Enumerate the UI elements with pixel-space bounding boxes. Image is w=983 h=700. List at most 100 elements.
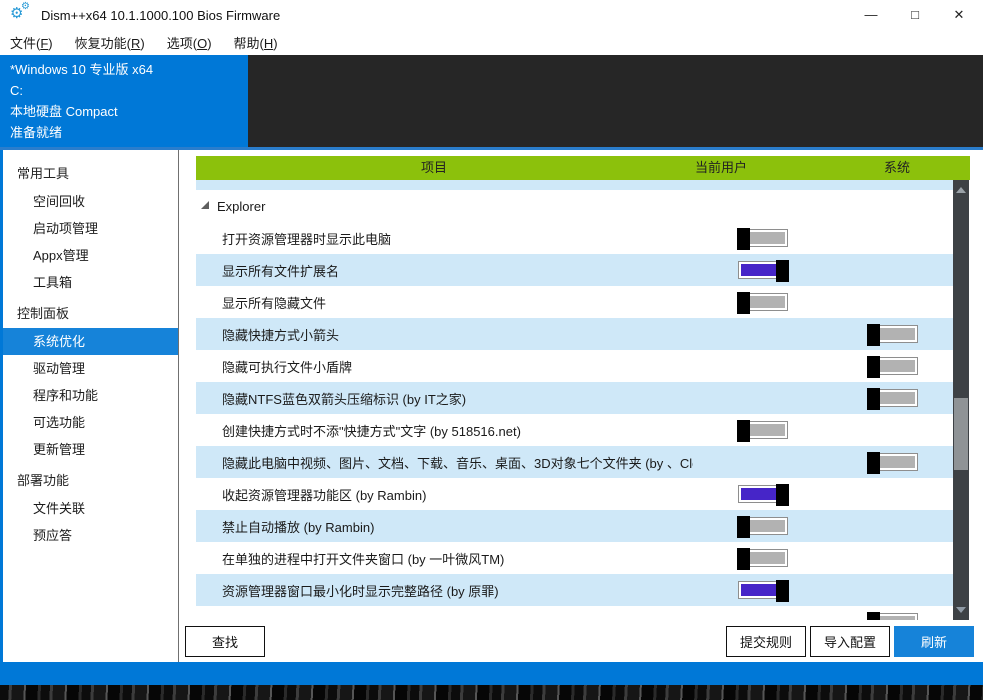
- toggle-current-user-on[interactable]: [738, 261, 788, 279]
- current-user-cell: [693, 229, 833, 247]
- minimize-button[interactable]: —: [863, 7, 879, 23]
- settings-row[interactable]: 隐藏快捷方式小箭头: [196, 318, 953, 350]
- current-user-cell: [693, 261, 833, 279]
- setting-label: 显示所有文件扩展名: [196, 261, 693, 280]
- expand-triangle-icon[interactable]: [201, 201, 209, 209]
- column-header-system: 系统: [884, 156, 910, 180]
- toggle-current-user-off[interactable]: [738, 293, 788, 311]
- sidebar-item[interactable]: 启动项管理: [3, 215, 178, 242]
- sidebar-item[interactable]: 文件关联: [3, 495, 178, 522]
- refresh-button[interactable]: 刷新: [894, 626, 974, 657]
- sidebar-item[interactable]: 更新管理: [3, 436, 178, 463]
- sidebar: 常用工具空间回收启动项管理Appx管理工具箱控制面板系统优化驱动管理程序和功能可…: [3, 150, 179, 662]
- settings-list: Explorer打开资源管理器时显示此电脑显示所有文件扩展名显示所有隐藏文件隐藏…: [196, 180, 953, 620]
- setting-label: 隐藏此电脑中视频、图片、文档、下载、音乐、桌面、3D对象七个文件夹 (by 、C…: [196, 453, 693, 472]
- sidebar-item[interactable]: 可选功能: [3, 409, 178, 436]
- toggle-current-user-off[interactable]: [738, 549, 788, 567]
- setting-label: 收起资源管理器功能区 (by Rambin): [196, 485, 693, 504]
- menu-item-r[interactable]: 恢复功能(R): [75, 33, 145, 52]
- scrollbar[interactable]: [953, 180, 969, 620]
- current-user-cell: [693, 421, 833, 439]
- sidebar-item[interactable]: 预应答: [3, 522, 178, 549]
- settings-row[interactable]: 隐藏此电脑中视频、图片、文档、下载、音乐、桌面、3D对象七个文件夹 (by 、C…: [196, 446, 953, 478]
- setting-label: 资源管理器窗口最小化时显示完整路径 (by 原罪): [196, 581, 693, 600]
- menu-item-f[interactable]: 文件(F): [10, 33, 53, 52]
- titlebar: ⚙⚙ Dism++x64 10.1.1000.100 Bios Firmware…: [0, 0, 983, 30]
- partial-row-bottom[interactable]: [196, 606, 953, 620]
- window-controls: — □ ✕: [863, 7, 973, 23]
- window-title: Dism++x64 10.1.1000.100 Bios Firmware: [41, 8, 280, 23]
- desktop-wallpaper: [0, 685, 983, 700]
- main-panel: 项目 当前用户 系统 Explorer 打开资源管理器时显示此电脑显示所有文件扩展…: [180, 150, 983, 662]
- current-user-cell: [693, 293, 833, 311]
- settings-row[interactable]: 资源管理器窗口最小化时显示完整路径 (by 原罪): [196, 574, 953, 606]
- toggle-system-off[interactable]: [868, 357, 918, 375]
- settings-row[interactable]: 显示所有隐藏文件: [196, 286, 953, 318]
- system-cell: [833, 357, 953, 375]
- setting-label: 隐藏NTFS蓝色双箭头压缩标识 (by IT之家): [196, 389, 693, 408]
- toggle-current-user-on[interactable]: [738, 485, 788, 503]
- settings-row[interactable]: 隐藏NTFS蓝色双箭头压缩标识 (by IT之家): [196, 382, 953, 414]
- toggle-current-user-off[interactable]: [738, 517, 788, 535]
- settings-row[interactable]: 禁止自动播放 (by Rambin): [196, 510, 953, 542]
- sidebar-item[interactable]: Appx管理: [3, 242, 178, 269]
- system-cell: [833, 453, 953, 471]
- setting-label: 创建快捷方式时不添"快捷方式"文字 (by 518516.net): [196, 421, 693, 440]
- partial-row-top: [196, 180, 953, 190]
- settings-row[interactable]: 收起资源管理器功能区 (by Rambin): [196, 478, 953, 510]
- current-user-cell: [693, 549, 833, 567]
- setting-label: 显示所有隐藏文件: [196, 293, 693, 312]
- toggle-current-user-on[interactable]: [738, 581, 788, 599]
- import-config-button[interactable]: 导入配置: [810, 626, 890, 657]
- group-row-explorer[interactable]: Explorer: [196, 190, 953, 222]
- group-label: Explorer: [217, 199, 265, 214]
- sidebar-item[interactable]: 空间回收: [3, 188, 178, 215]
- target-image-panel[interactable]: *Windows 10 专业版 x64 C: 本地硬盘 Compact 准备就绪: [0, 55, 248, 147]
- settings-row[interactable]: 打开资源管理器时显示此电脑: [196, 222, 953, 254]
- arrow-down-icon: [956, 607, 966, 613]
- menu-item-o[interactable]: 选项(O): [167, 33, 212, 52]
- bottom-accent-bar: [0, 662, 983, 685]
- scroll-up-button[interactable]: [953, 182, 969, 198]
- settings-row[interactable]: 隐藏可执行文件小盾牌: [196, 350, 953, 382]
- settings-row[interactable]: 创建快捷方式时不添"快捷方式"文字 (by 518516.net): [196, 414, 953, 446]
- toggle-current-user-off[interactable]: [738, 229, 788, 247]
- close-button[interactable]: ✕: [951, 7, 967, 23]
- table-header: 项目 当前用户 系统: [196, 156, 970, 180]
- sidebar-item[interactable]: 驱动管理: [3, 355, 178, 382]
- button-bar: 查找 提交规则 导入配置 刷新: [180, 626, 983, 657]
- settings-row[interactable]: 在单独的进程中打开文件夹窗口 (by 一叶微风TM): [196, 542, 953, 574]
- arrow-up-icon: [956, 187, 966, 193]
- sidebar-group-label: 部署功能: [3, 467, 178, 495]
- sidebar-group-label: 控制面板: [3, 300, 178, 328]
- submit-rules-button[interactable]: 提交规则: [726, 626, 806, 657]
- find-button[interactable]: 查找: [185, 626, 265, 657]
- scrollbar-thumb[interactable]: [954, 398, 968, 470]
- toggle-system-off[interactable]: [868, 325, 918, 343]
- current-user-cell: [693, 581, 833, 599]
- sidebar-item-selected[interactable]: 系统优化: [3, 328, 178, 355]
- setting-label: 禁止自动播放 (by Rambin): [196, 517, 693, 536]
- info-disk-line: 本地硬盘 Compact: [10, 101, 248, 122]
- system-cell: [833, 606, 953, 620]
- maximize-button[interactable]: □: [907, 7, 923, 23]
- toggle-system-off[interactable]: [868, 613, 918, 620]
- sidebar-item[interactable]: 工具箱: [3, 269, 178, 296]
- app-gears-icon: ⚙⚙: [10, 4, 34, 26]
- info-drive-line: C:: [10, 80, 248, 101]
- column-header-item: 项目: [421, 156, 447, 180]
- sidebar-group-label: 常用工具: [3, 160, 178, 188]
- toggle-system-off[interactable]: [868, 453, 918, 471]
- scroll-down-button[interactable]: [953, 602, 969, 618]
- toggle-current-user-off[interactable]: [738, 421, 788, 439]
- setting-label: 隐藏可执行文件小盾牌: [196, 357, 693, 376]
- settings-row[interactable]: 显示所有文件扩展名: [196, 254, 953, 286]
- sidebar-item[interactable]: 程序和功能: [3, 382, 178, 409]
- info-header: *Windows 10 专业版 x64 C: 本地硬盘 Compact 准备就绪: [0, 55, 983, 147]
- info-os-line: *Windows 10 专业版 x64: [10, 59, 248, 80]
- setting-label: 打开资源管理器时显示此电脑: [196, 229, 693, 248]
- system-cell: [833, 325, 953, 343]
- toggle-system-off[interactable]: [868, 389, 918, 407]
- app-window: ⚙⚙ Dism++x64 10.1.1000.100 Bios Firmware…: [0, 0, 983, 685]
- menu-item-h[interactable]: 帮助(H): [234, 33, 278, 52]
